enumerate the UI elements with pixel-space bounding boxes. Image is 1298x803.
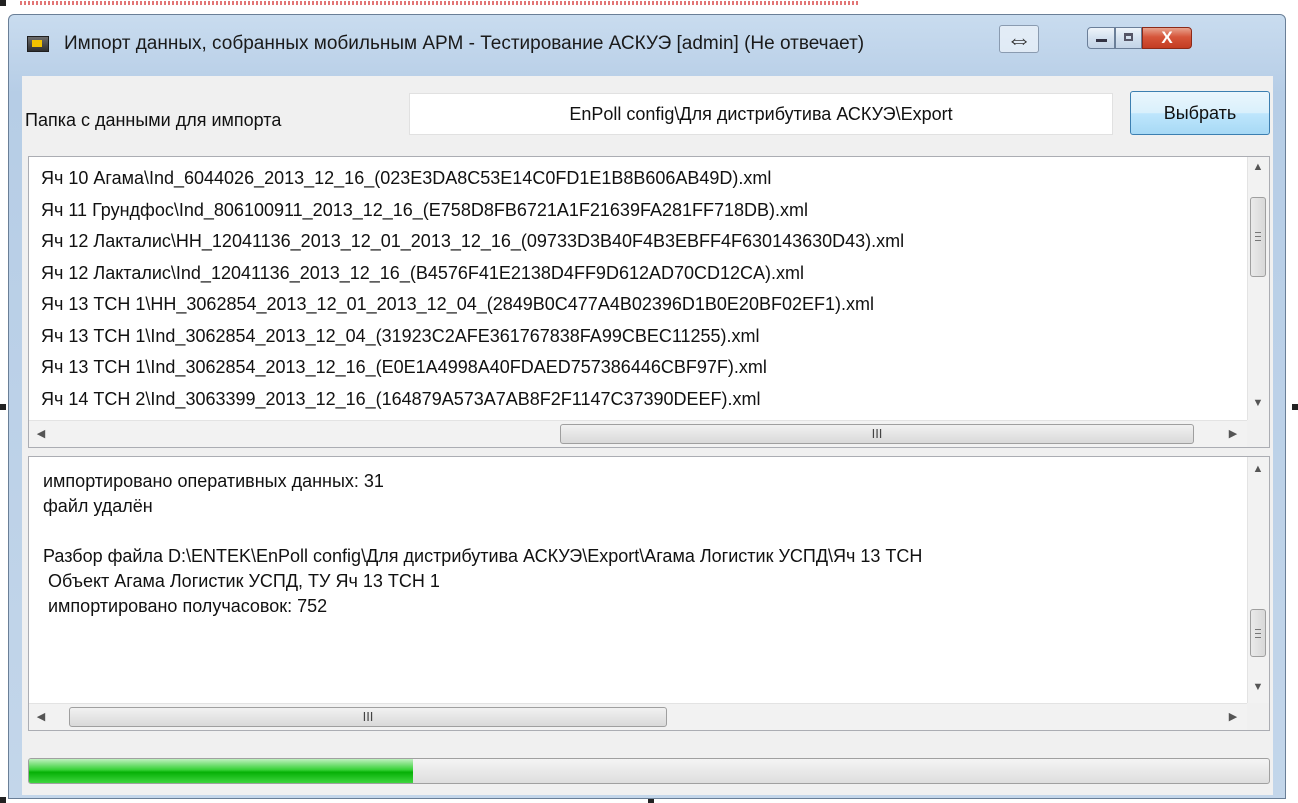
log-line: Объект Агама Логистик УСПД, ТУ Яч 13 ТСН… [43, 571, 440, 591]
scroll-right-icon[interactable]: ▶ [1223, 710, 1243, 723]
title-bar[interactable]: Импорт данных, собранных мобильным АРМ -… [9, 15, 1285, 63]
app-icon [27, 36, 49, 52]
resize-handle[interactable] [0, 0, 6, 6]
file-list-items: Яч 10 Агама\Ind_6044026_2013_12_16_(023E… [41, 163, 904, 415]
list-item[interactable]: Яч 10 Агама\Ind_6044026_2013_12_16_(023E… [41, 163, 904, 195]
minimize-button[interactable] [1087, 27, 1115, 49]
resize-handle[interactable] [1292, 404, 1298, 410]
import-log[interactable]: импортировано оперативных данных: 31 фай… [28, 456, 1270, 731]
scroll-grip: III [362, 709, 374, 724]
log-lines: импортировано оперативных данных: 31 фай… [43, 469, 922, 619]
list-item[interactable]: Яч 12 Лакталис\Ind_12041136_2013_12_16_(… [41, 258, 904, 290]
log-line: Разбор файла D:\ENTEK\EnPoll config\Для … [43, 546, 923, 566]
grip-line [1255, 629, 1261, 630]
list-item[interactable]: Яч 14 ТСН 2\Ind_3063399_2013_12_16_(1648… [41, 384, 904, 416]
maximize-icon [1124, 33, 1133, 41]
list-item[interactable]: Яч 13 ТСН 1\Ind_3062854_2013_12_04_(3192… [41, 321, 904, 353]
log-vertical-scrollbar[interactable]: ▲ ▼ [1247, 457, 1269, 703]
log-horizontal-scrollbar[interactable]: ◀ III ▶ [29, 703, 1249, 730]
list-item[interactable]: Яч 11 Грундфос\Ind_806100911_2013_12_16_… [41, 195, 904, 227]
folder-path-input[interactable]: EnPoll config\Для дистрибутива АСКУЭ\Exp… [409, 93, 1113, 135]
list-item[interactable]: Яч 13 ТСН 1\Ind_3062854_2013_12_16_(E0E1… [41, 352, 904, 384]
scroll-thumb[interactable] [1250, 609, 1266, 657]
progress-fill [29, 759, 414, 783]
log-line: импортировано получасовок: 752 [43, 596, 328, 616]
window-title: Импорт данных, собранных мобильным АРМ -… [64, 33, 865, 54]
scroll-right-icon[interactable]: ▶ [1223, 427, 1243, 440]
file-list-horizontal-scrollbar[interactable]: ◀ III ▶ [29, 420, 1249, 447]
grip-line [1255, 637, 1261, 638]
scroll-up-icon[interactable]: ▲ [1248, 161, 1268, 173]
scroll-thumb[interactable]: III [69, 707, 667, 727]
decorative-dash-line [20, 1, 860, 5]
import-progress-bar [28, 758, 1270, 784]
log-line: импортировано оперативных данных: 31 [43, 471, 384, 491]
top-strip [0, 0, 1298, 14]
scroll-grip: III [871, 426, 883, 441]
folder-label: Папка с данными для импорта [25, 110, 282, 130]
scroll-thumb[interactable] [1250, 197, 1266, 277]
scroll-corner [1247, 703, 1269, 730]
scroll-thumb[interactable]: III [560, 424, 1194, 444]
grip-line [1255, 232, 1261, 233]
grip-line [1255, 633, 1261, 634]
window-client-area: Папка с данными для импорта EnPoll confi… [22, 76, 1273, 795]
close-button[interactable]: X [1142, 27, 1192, 49]
resize-handle[interactable] [0, 404, 6, 410]
scroll-left-icon[interactable]: ◀ [31, 427, 51, 440]
list-item[interactable]: Яч 13 ТСН 1\HH_3062854_2013_12_01_2013_1… [41, 289, 904, 321]
scroll-corner [1247, 420, 1269, 447]
maximize-button[interactable] [1115, 27, 1142, 49]
file-list-vertical-scrollbar[interactable]: ▲ ▼ [1247, 157, 1269, 420]
scroll-left-icon[interactable]: ◀ [31, 710, 51, 723]
scroll-down-icon[interactable]: ▼ [1248, 681, 1268, 693]
file-list[interactable]: Яч 10 Агама\Ind_6044026_2013_12_16_(023E… [28, 156, 1270, 448]
scroll-up-icon[interactable]: ▲ [1248, 463, 1268, 475]
log-line: файл удалён [43, 496, 153, 516]
resize-cursor-icon: ⇔ [999, 25, 1039, 53]
select-folder-button[interactable]: Выбрать [1130, 91, 1270, 135]
scroll-down-icon[interactable]: ▼ [1248, 397, 1268, 409]
close-icon: X [1161, 28, 1173, 47]
grip-line [1255, 236, 1261, 237]
resize-handle[interactable] [0, 797, 6, 803]
grip-line [1255, 240, 1261, 241]
list-item[interactable]: Яч 12 Лакталис\HH_12041136_2013_12_01_20… [41, 226, 904, 258]
import-window: Импорт данных, собранных мобильным АРМ -… [8, 14, 1286, 799]
minimize-icon [1096, 39, 1107, 42]
